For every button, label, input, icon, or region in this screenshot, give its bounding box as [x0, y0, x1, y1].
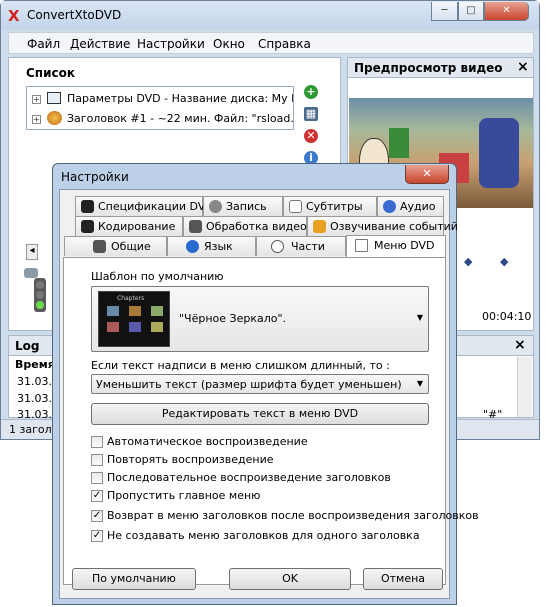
tree-item-title-1[interactable]: + Заголовок #1 - ~22 мин. Файл: "rsload.…: [27, 110, 293, 128]
list-title: Список: [26, 66, 76, 80]
tab-encoding[interactable]: Кодирование: [75, 216, 183, 236]
template-value: "Чёрное Зеркало".: [179, 312, 287, 325]
tab-dvd-menu[interactable]: Меню DVD: [346, 235, 446, 257]
log-title: Log: [15, 339, 40, 353]
project-tree[interactable]: + Параметры DVD - Название диска: My DVD…: [26, 86, 294, 130]
checkbox-repeat-label: Повторять воспроизведение: [107, 453, 274, 466]
tree-item-dvd-params[interactable]: + Параметры DVD - Название диска: My DVD: [27, 90, 293, 108]
checkbox-no-single-title-menu-label: Не создавать меню заголовков для одного …: [107, 529, 420, 542]
edit-menu-text-button[interactable]: Редактировать текст в меню DVD: [91, 403, 429, 425]
audio-icon: [383, 200, 396, 213]
tab-event-sounds[interactable]: Озвучивание событий: [307, 216, 458, 236]
preview-close-button[interactable]: ×: [517, 59, 529, 75]
checkbox-repeat[interactable]: [91, 454, 103, 466]
add-icon[interactable]: +: [304, 85, 318, 99]
tab-subtitles[interactable]: Субтитры: [283, 196, 377, 216]
checkbox-return-to-menu[interactable]: ✓: [91, 510, 103, 522]
tab-general[interactable]: Общие: [64, 236, 167, 256]
event-sounds-icon: [313, 220, 326, 233]
encoding-icon: [81, 220, 94, 233]
template-select[interactable]: Chapters "Чёрное Зеркало". ▼: [91, 286, 429, 352]
menu-window[interactable]: Окно: [213, 37, 245, 51]
title-icon: [47, 111, 62, 125]
tab-burn[interactable]: Запись: [203, 196, 283, 216]
long-text-label: Если текст надписи в меню слишком длинны…: [91, 359, 390, 372]
checkbox-skip-main-menu[interactable]: ✓: [91, 490, 103, 502]
dialog-close-button[interactable]: ✕: [405, 165, 449, 184]
app-logo-icon: X: [8, 7, 20, 25]
tab-dvd-specs[interactable]: Спецификации DVD: [75, 196, 214, 216]
status-text: 1 заголо: [9, 423, 59, 436]
checkbox-autoplay-label: Автоматическое воспроизведение: [107, 435, 308, 448]
cancel-button[interactable]: Отмена: [363, 568, 443, 590]
close-button[interactable]: ✕: [484, 2, 529, 21]
checkbox-sequential[interactable]: [91, 472, 103, 484]
minimize-button[interactable]: ─: [431, 2, 458, 21]
expand-icon[interactable]: +: [32, 115, 41, 124]
link-icon: [24, 268, 38, 278]
menu-help[interactable]: Справка: [258, 37, 311, 51]
long-text-select[interactable]: Уменьшить текст (размер шрифта будет уме…: [91, 374, 429, 394]
menu-file[interactable]: Файл: [27, 37, 60, 51]
preview-marker-1[interactable]: ◆: [464, 255, 472, 268]
log-column-time[interactable]: Время: [15, 358, 55, 371]
checkbox-return-to-menu-label: Возврат в меню заголовков после воспроиз…: [107, 509, 479, 522]
default-button[interactable]: По умолчанию: [72, 568, 196, 590]
scroll-left-button[interactable]: ◂: [26, 244, 38, 260]
disc-icon: [209, 200, 222, 213]
ok-button[interactable]: OK: [229, 568, 351, 590]
menu-settings[interactable]: Настройки: [137, 37, 205, 51]
checkbox-skip-main-menu-label: Пропустить главное меню: [107, 489, 261, 502]
chevron-down-icon: ▼: [416, 313, 423, 322]
tab-chapters[interactable]: Части: [256, 236, 346, 256]
traffic-light-icon: [34, 278, 46, 312]
globe-icon: [186, 240, 199, 253]
log-fragment: "#": [483, 408, 503, 418]
preview-title: Предпросмотр видео: [354, 61, 503, 75]
tab-audio[interactable]: Аудио: [377, 196, 444, 216]
checkbox-sequential-label: Последовательное воспроизведение заголов…: [107, 471, 391, 484]
tab-language[interactable]: Язык: [167, 236, 256, 256]
menu-bar: Файл Действие Настройки Окно Справка: [8, 32, 534, 54]
dvd-menu-icon: [355, 239, 368, 252]
preview-time: 00:04:10: [482, 310, 532, 323]
maximize-button[interactable]: □: [458, 2, 484, 21]
template-label: Шаблон по умолчанию: [91, 270, 224, 283]
template-thumbnail: Chapters: [98, 291, 170, 347]
checkbox-autoplay[interactable]: [91, 436, 103, 448]
subtitles-icon: [289, 200, 302, 213]
film-icon[interactable]: ▦: [304, 107, 318, 121]
remove-icon[interactable]: ✕: [304, 129, 318, 143]
tab-video-processing[interactable]: Обработка видео: [183, 216, 307, 236]
title-bar: X ConvertXtoDVD ─ □ ✕: [1, 1, 539, 29]
dialog-body: Спецификации DVD Запись Субтитры Аудио К…: [59, 189, 479, 599]
preview-header: Предпросмотр видео ×: [348, 58, 533, 78]
log-scrollbar[interactable]: [517, 357, 532, 417]
window-title: ConvertXtoDVD: [27, 8, 122, 22]
general-icon: [93, 240, 106, 253]
dvd-menu-tab-page: Шаблон по умолчанию Chapters "Чёрное Зер…: [63, 257, 479, 585]
dvd-settings-icon: [47, 92, 61, 104]
menu-action[interactable]: Действие: [70, 37, 130, 51]
expand-icon[interactable]: +: [32, 95, 41, 104]
log-close-button[interactable]: ×: [514, 337, 526, 353]
clock-icon: [271, 240, 284, 253]
dvd-specs-icon: [81, 200, 94, 213]
settings-dialog: Настройки ✕ Спецификации DVD Запись Субт…: [52, 163, 479, 605]
chevron-down-icon: ▼: [416, 379, 423, 388]
preview-marker-2[interactable]: ◆: [500, 255, 508, 268]
checkbox-no-single-title-menu[interactable]: ✓: [91, 530, 103, 542]
video-processing-icon: [189, 220, 202, 233]
dialog-title: Настройки: [61, 170, 129, 184]
